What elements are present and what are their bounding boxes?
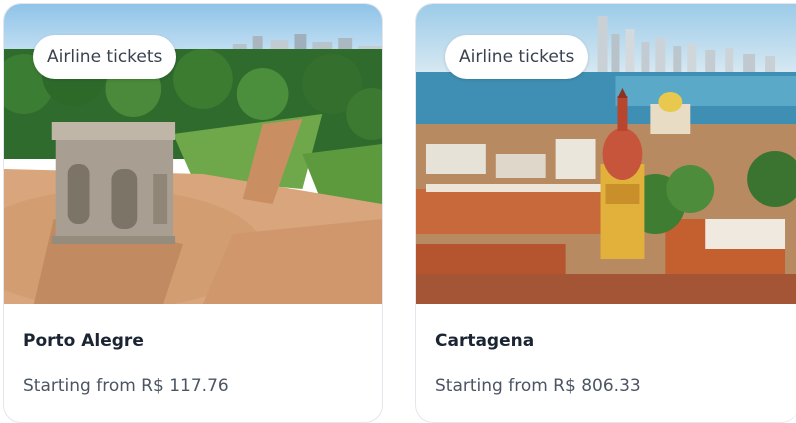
category-badge: Airline tickets bbox=[33, 35, 177, 79]
destination-card-cartagena[interactable]: Airline tickets Cartagena Starting from … bbox=[415, 3, 796, 423]
starting-price: Starting from R$ 117.76 bbox=[23, 376, 229, 396]
category-badge: Airline tickets bbox=[445, 35, 589, 79]
destination-name: Porto Alegre bbox=[23, 331, 144, 351]
destination-card-porto-alegre[interactable]: Airline tickets Porto Alegre Starting fr… bbox=[3, 3, 383, 423]
destination-name: Cartagena bbox=[435, 331, 535, 351]
starting-price: Starting from R$ 806.33 bbox=[435, 376, 641, 396]
